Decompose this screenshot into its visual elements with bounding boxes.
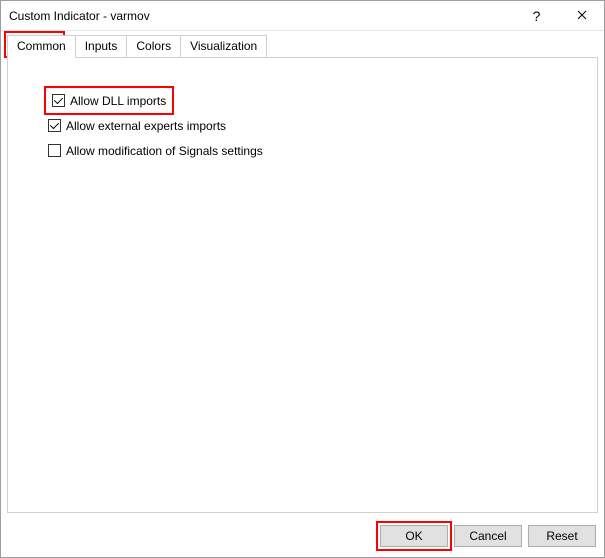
cancel-button[interactable]: Cancel <box>454 525 522 547</box>
tab-label: Visualization <box>190 39 257 53</box>
checkbox-label[interactable]: Allow modification of Signals settings <box>66 144 263 158</box>
option-row-allow-dll: Allow DLL imports <box>48 90 170 111</box>
tab-inputs[interactable]: Inputs <box>75 35 128 58</box>
close-icon <box>577 8 587 23</box>
titlebar-controls: ? <box>514 1 604 30</box>
reset-button[interactable]: Reset <box>528 525 596 547</box>
tab-colors[interactable]: Colors <box>126 35 181 58</box>
checkbox-label[interactable]: Allow external experts imports <box>66 119 226 133</box>
tab-label: Common <box>17 39 66 53</box>
button-label: OK <box>405 529 422 543</box>
titlebar: Custom Indicator - varmov ? <box>1 1 604 31</box>
window-title: Custom Indicator - varmov <box>9 9 514 23</box>
tab-common[interactable]: Common <box>7 35 76 58</box>
checkbox-allow-dll[interactable] <box>52 94 65 107</box>
tab-visualization[interactable]: Visualization <box>180 35 267 58</box>
dialog-button-row: OK Cancel Reset <box>1 519 604 557</box>
checkbox-allow-experts[interactable] <box>48 119 61 132</box>
help-icon: ? <box>533 8 541 24</box>
tab-panel-common: Allow DLL imports Allow external experts… <box>7 57 598 513</box>
ok-button[interactable]: OK <box>380 525 448 547</box>
help-button[interactable]: ? <box>514 1 559 30</box>
dialog-window: Custom Indicator - varmov ? Common Input… <box>0 0 605 558</box>
tab-label: Colors <box>136 39 171 53</box>
checkbox-label[interactable]: Allow DLL imports <box>70 94 166 108</box>
button-label: Reset <box>546 529 577 543</box>
tab-bar: Common Inputs Colors Visualization <box>1 31 604 58</box>
close-button[interactable] <box>559 1 604 30</box>
tab-label: Inputs <box>85 39 118 53</box>
option-row-allow-experts: Allow external experts imports <box>48 117 583 134</box>
checkbox-allow-signals[interactable] <box>48 144 61 157</box>
option-row-allow-signals: Allow modification of Signals settings <box>48 142 583 159</box>
button-label: Cancel <box>469 529 506 543</box>
